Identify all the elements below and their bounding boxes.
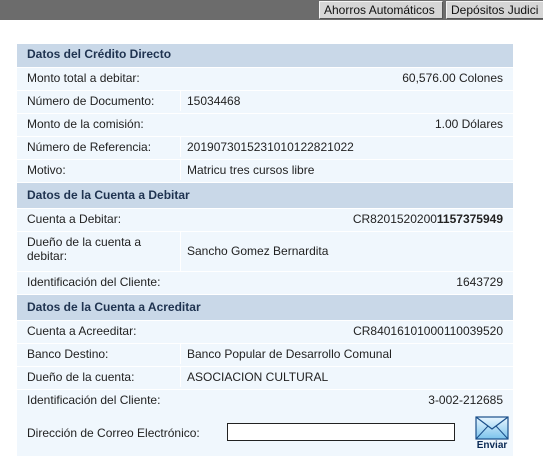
field-label: Cuenta a Debitar: — [27, 212, 122, 226]
section-header-debitar: Datos de la Cuenta a Debitar — [17, 182, 513, 208]
column-divider — [180, 160, 181, 180]
field-value: 3-002-212685 — [428, 393, 503, 407]
field-value: 60,576.00 Colones — [402, 71, 503, 85]
field-label: Monto de la comisión: — [27, 117, 144, 131]
field-value: ASOCIACION CULTURAL — [187, 370, 329, 384]
account-number-prefix: CR8201520200 — [352, 212, 437, 226]
email-label: Dirección de Correo Electrónico: — [27, 426, 200, 440]
row-motivo: Motivo: Matricu tres cursos libre — [17, 159, 513, 180]
section-title: Datos de la Cuenta a Acreditar — [27, 300, 201, 314]
field-label: Identificación del Cliente: — [27, 393, 161, 407]
column-divider — [180, 344, 181, 364]
section-title: Datos del Crédito Directo — [27, 47, 172, 61]
field-label: Identificación del Cliente: — [27, 275, 161, 289]
field-label: Dueño de la cuenta a debitar: — [27, 235, 142, 263]
transfer-details-panel: Datos del Crédito Directo Monto total a … — [17, 43, 513, 456]
email-row: Dirección de Correo Electrónico: Enviar — [17, 414, 513, 456]
field-value: Matricu tres cursos libre — [187, 163, 315, 177]
field-value: 1.00 Dólares — [434, 117, 503, 131]
row-monto-total: Monto total a debitar: 60,576.00 Colones — [17, 67, 513, 88]
envelope-icon — [475, 416, 509, 440]
row-numero-documento: Número de Documento: 15034468 — [17, 90, 513, 111]
row-dueno-debitar: Dueño de la cuenta a debitar: Sancho Gom… — [17, 231, 513, 271]
section-title: Datos de la Cuenta a Debitar — [27, 188, 190, 202]
field-value: Sancho Gomez Bernardita — [187, 244, 329, 258]
field-label: Banco Destino: — [27, 347, 109, 361]
tab-ahorros-automaticos[interactable]: Ahorros Automáticos — [319, 1, 443, 19]
row-id-cliente-acreditar: Identificación del Cliente: 3-002-212685 — [17, 389, 513, 410]
email-input[interactable] — [227, 423, 455, 441]
column-divider — [180, 232, 181, 271]
field-label: Número de Referencia: — [27, 140, 152, 154]
field-label: Número de Documento: — [27, 94, 155, 108]
field-value: 15034468 — [187, 94, 241, 108]
row-id-cliente-debitar: Identificación del Cliente: 1643729 — [17, 271, 513, 292]
row-banco-destino: Banco Destino: Banco Popular de Desarrol… — [17, 343, 513, 364]
field-value: 1643729 — [456, 275, 503, 289]
field-label: Cuenta a Acreeditar: — [27, 324, 137, 338]
row-cuenta-acreditar: Cuenta a Acreeditar: CR84016101000110039… — [17, 320, 513, 341]
field-label: Dueño de la cuenta: — [27, 370, 135, 384]
section-header-acreditar: Datos de la Cuenta a Acreditar — [17, 294, 513, 320]
column-divider — [180, 137, 181, 157]
section-header-credito: Datos del Crédito Directo — [17, 43, 513, 67]
top-toolbar: Ahorros Automáticos Depósitos Judici — [0, 0, 543, 20]
field-value: Banco Popular de Desarrollo Comunal — [187, 347, 392, 361]
field-label: Motivo: — [27, 163, 66, 177]
row-monto-comision: Monto de la comisión: 1.00 Dólares — [17, 113, 513, 134]
send-button[interactable]: Enviar — [475, 416, 509, 454]
column-divider — [180, 367, 181, 387]
account-number-highlight: 1157375949 — [436, 212, 503, 226]
account-number: CR82015202001157375949 — [353, 212, 503, 226]
tab-depositos-judiciales[interactable]: Depósitos Judici — [446, 1, 543, 19]
row-cuenta-debitar: Cuenta a Debitar: CR82015202001157375949 — [17, 208, 513, 229]
send-button-label: Enviar — [476, 440, 508, 451]
column-divider — [180, 91, 181, 111]
row-dueno-acreditar: Dueño de la cuenta: ASOCIACION CULTURAL — [17, 366, 513, 387]
field-value: 2019073015231010122821022 — [187, 140, 354, 154]
field-label: Monto total a debitar: — [27, 71, 140, 85]
field-value: CR84016101000110039520 — [353, 324, 503, 338]
row-numero-referencia: Número de Referencia: 201907301523101012… — [17, 136, 513, 157]
